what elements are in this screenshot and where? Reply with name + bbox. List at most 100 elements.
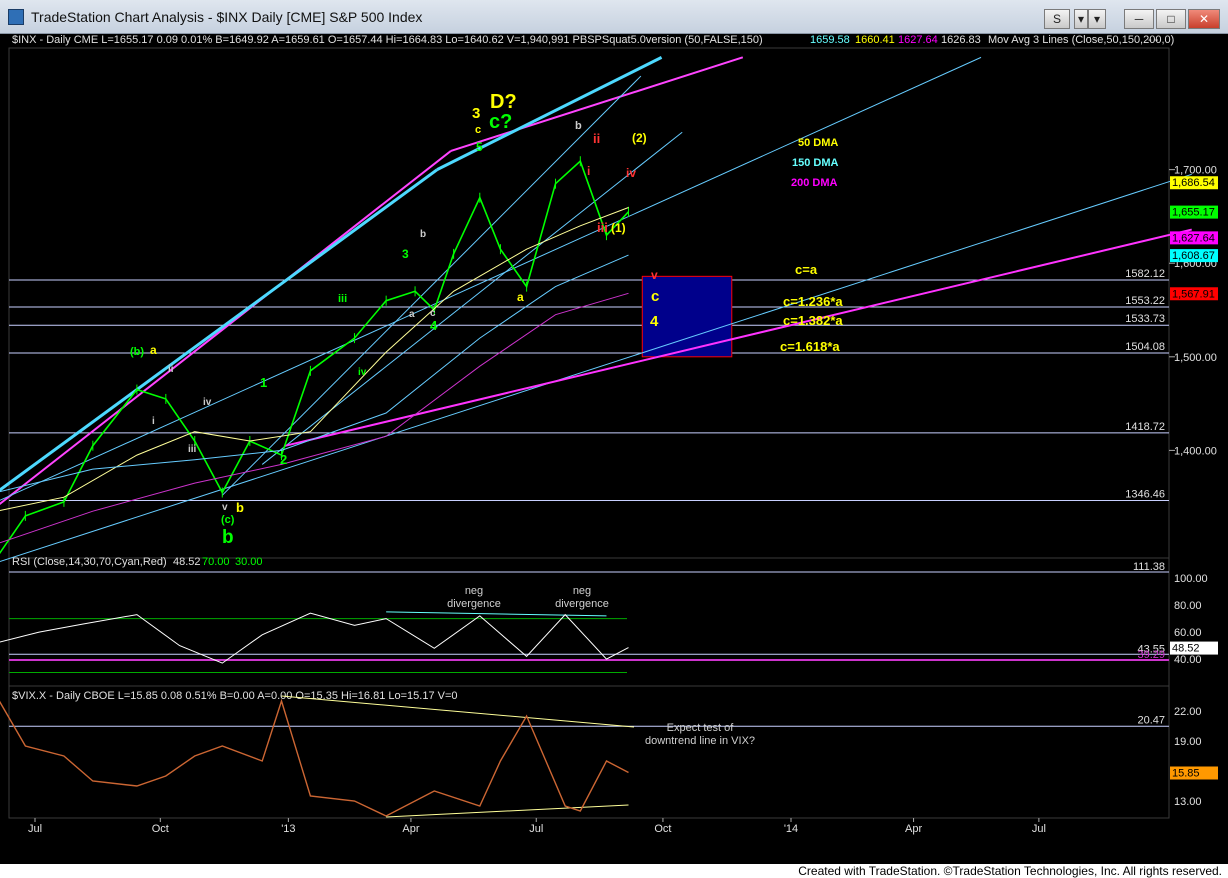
wave-label: c=1.236*a <box>783 294 843 309</box>
x-tick-label: Jul <box>1032 823 1046 835</box>
wave-label: iv <box>203 397 212 408</box>
wave-label: b <box>222 527 234 548</box>
level-label: 1533.73 <box>1125 313 1165 325</box>
wave-label: iv <box>626 166 636 180</box>
minimize-button[interactable]: ─ <box>1124 9 1154 29</box>
vix-y-tick-label: 22.00 <box>1174 706 1202 718</box>
ma-value-200: 1627.64 <box>898 34 938 46</box>
wave-label: a <box>409 309 415 320</box>
price-tag-label: 1,608.67 <box>1172 250 1215 262</box>
footer: Created with TradeStation. ©TradeStation… <box>0 864 1228 878</box>
rsi-y-tick-label: 80.00 <box>1174 600 1202 612</box>
wave-label: c <box>651 288 659 305</box>
vix-y-tick-label: 13.00 <box>1174 796 1202 808</box>
price-tag-label: 1,686.54 <box>1172 177 1215 189</box>
rsi-header-upper: 70.00 <box>202 556 230 568</box>
price-y-tick-label: 1,500.00 <box>1174 352 1217 364</box>
tradestation-app-icon <box>8 9 24 25</box>
wave-label: (c) <box>221 514 235 526</box>
chevron-down-icon[interactable]: ▾ <box>1088 9 1106 29</box>
rsi-annotation-line: divergence <box>447 598 501 610</box>
price-y-tick-label: 1,700.00 <box>1174 165 1217 177</box>
rsi-header-text: RSI (Close,14,30,70,Cyan,Red) <box>12 556 167 568</box>
wave-label: c? <box>489 111 512 133</box>
wave-label: 1 <box>260 375 267 390</box>
rsi-y-tick-label: 40.00 <box>1174 654 1202 666</box>
dma-legend-label: 200 DMA <box>791 177 838 189</box>
rsi-y-tick-label: 60.00 <box>1174 627 1202 639</box>
rsi-annotation-line: divergence <box>555 598 609 610</box>
level-label: 1553.22 <box>1125 295 1165 307</box>
chart-window: TradeStation Chart Analysis - $INX Daily… <box>0 0 1228 878</box>
rsi-last-label: 48.52 <box>1172 643 1200 655</box>
maximize-button[interactable]: □ <box>1156 9 1186 29</box>
vix-annotation-line: downtrend line in VIX? <box>645 735 755 747</box>
price-tag-label: 1,567.91 <box>1172 288 1215 300</box>
title-bar: TradeStation Chart Analysis - $INX Daily… <box>0 0 1228 34</box>
wave-label: c <box>475 124 481 136</box>
ma-value-extra: 1626.83 <box>941 34 981 46</box>
ma-value-150: 1660.41 <box>855 34 895 46</box>
price-tag-label: 1,627.64 <box>1172 232 1215 244</box>
wave-label: D? <box>490 91 517 113</box>
level-label: 1418.72 <box>1125 421 1165 433</box>
vix-last-label: 15.85 <box>1172 768 1200 780</box>
chart-area[interactable]: $INX - Daily CME L=1655.17 0.09 0.01% B=… <box>0 34 1228 864</box>
ma-value-50: 1659.58 <box>810 34 850 46</box>
dma-legend-label: 50 DMA <box>798 137 838 149</box>
level-label: 1504.08 <box>1125 341 1165 353</box>
wave-label: 5 <box>476 140 483 154</box>
link-dropdown-icon[interactable]: ▾ <box>1074 9 1088 29</box>
rsi-annotation-line: neg <box>465 585 483 597</box>
x-tick-label: Oct <box>152 823 169 835</box>
wave-label: a <box>517 290 524 304</box>
close-marks: - - <box>1148 34 1159 46</box>
wave-label: (2) <box>632 131 647 145</box>
footer-credit: Created with TradeStation. ©TradeStation… <box>798 864 1222 878</box>
vix-header-text: $VIX.X - Daily CBOE L=15.85 0.08 0.51% B… <box>12 690 458 702</box>
wave-label: ii <box>593 131 600 146</box>
window-title: TradeStation Chart Analysis - $INX Daily… <box>31 9 423 25</box>
wave-label: 2 <box>280 452 287 467</box>
x-tick-label: Oct <box>654 823 671 835</box>
price-header-text: $INX - Daily CME L=1655.17 0.09 0.01% B=… <box>12 34 763 46</box>
wave-label: 3 <box>402 247 409 261</box>
wave-label: iii <box>597 220 608 235</box>
wave-label: (1) <box>611 221 626 235</box>
x-tick-label: Apr <box>905 823 922 835</box>
price-tag-label: 1,655.17 <box>1172 207 1215 219</box>
dma-legend-label: 150 DMA <box>792 157 839 169</box>
wave-label: 3 <box>472 105 480 122</box>
wave-label: (b) <box>130 346 144 358</box>
rsi-level-label: 39.29 <box>1137 649 1165 661</box>
wave-label: c=1.618*a <box>780 339 840 354</box>
chart-canvas[interactable]: $INX - Daily CME L=1655.17 0.09 0.01% B=… <box>0 34 1228 864</box>
rsi-header-lower: 30.00 <box>235 556 263 568</box>
wave-label: v <box>651 268 658 282</box>
symbol-link-button[interactable]: S <box>1044 9 1070 29</box>
rsi-y-tick-label: 100.00 <box>1174 573 1208 585</box>
ma-indicator-label: Mov Avg 3 Lines (Close,50,150,200,0) <box>988 34 1174 46</box>
wave-label: iv <box>358 367 367 378</box>
close-button[interactable]: ✕ <box>1188 9 1220 29</box>
rsi-level-label: 111.38 <box>1133 561 1165 573</box>
wave-label: iii <box>338 293 347 305</box>
level-label: 1582.12 <box>1125 268 1165 280</box>
vix-y-tick-label: 19.00 <box>1174 736 1202 748</box>
wave-label: ii <box>168 364 174 375</box>
wave-label: b <box>236 500 244 515</box>
vix-annotation-line: Expect test of <box>667 722 735 734</box>
wave-label: i <box>152 416 155 427</box>
price-y-tick-label: 1,400.00 <box>1174 445 1217 457</box>
rsi-annotation-line: neg <box>573 585 591 597</box>
wave-label: i <box>587 164 590 178</box>
x-tick-label: Apr <box>402 823 419 835</box>
rsi-header-value: 48.52 <box>173 556 201 568</box>
wave-label: c=a <box>795 262 818 277</box>
x-tick-label: Jul <box>529 823 543 835</box>
wave-label: iii <box>188 444 197 455</box>
x-tick-label: '13 <box>281 823 295 835</box>
wave-label: v <box>222 502 228 513</box>
wave-label: a <box>150 343 157 357</box>
wave-label: 4 <box>650 313 659 330</box>
